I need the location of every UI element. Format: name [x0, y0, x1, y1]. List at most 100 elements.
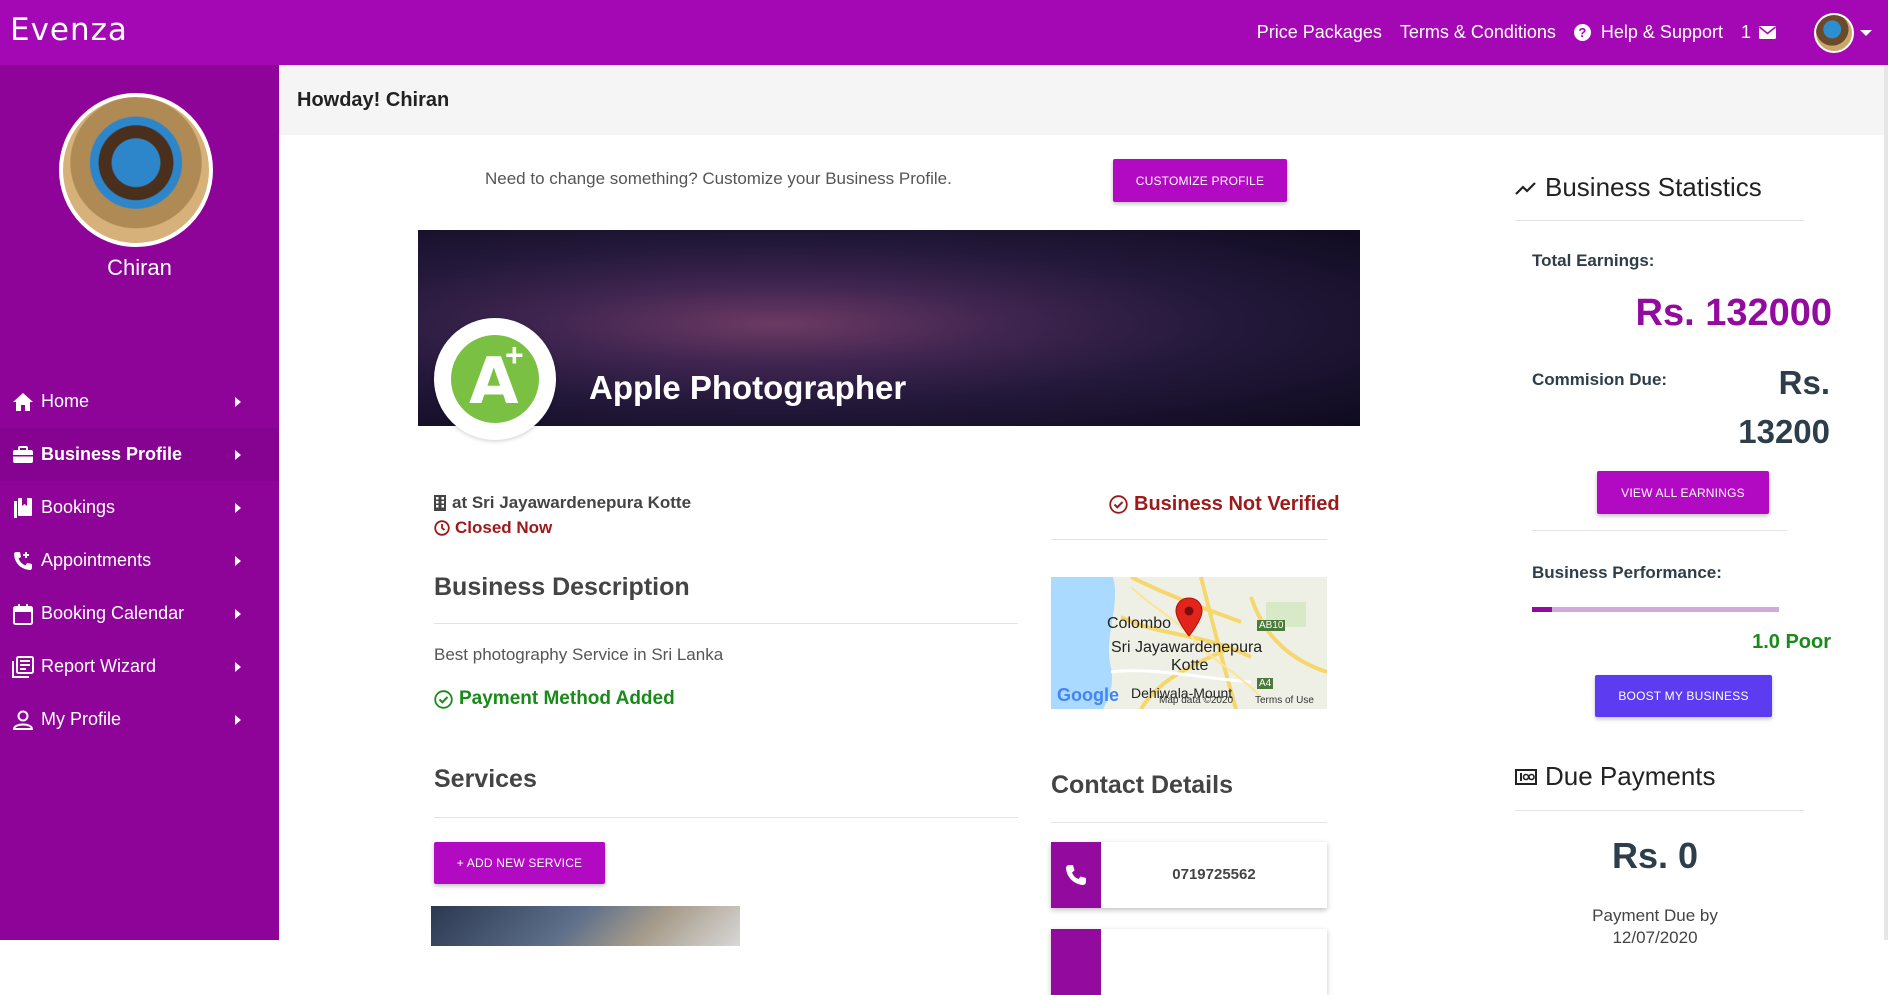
customize-profile-button[interactable]: CUSTOMIZE PROFILE: [1113, 159, 1287, 202]
sidebar-menu: Home Business Profile Bookings Appointme…: [0, 375, 279, 746]
sidebar-item-label: Report Wizard: [41, 656, 157, 676]
chevron-right-icon: [235, 608, 241, 619]
services-heading: Services: [434, 765, 537, 793]
sidebar: Chiran Home Business Profile Bookings Ap…: [0, 65, 279, 940]
divider: [1515, 220, 1804, 221]
chevron-right-icon: [235, 661, 241, 672]
trending-up-icon: [1515, 181, 1536, 195]
business-logo[interactable]: A +: [434, 318, 556, 440]
chevron-right-icon: [235, 449, 241, 460]
top-nav-links: Price Packages Terms & Conditions ? Help…: [1239, 0, 1872, 65]
mail-count-badge: 1: [1740, 22, 1751, 42]
sidebar-item-appointments[interactable]: Appointments: [0, 534, 279, 587]
sidebar-item-booking-calendar[interactable]: Booking Calendar: [0, 587, 279, 640]
greeting-bar: Howday! Chiran: [279, 65, 1888, 135]
commission-due-label: Commision Due:: [1532, 370, 1668, 389]
customize-prompt: Need to change something? Customize your…: [485, 169, 952, 188]
book-icon: [12, 497, 34, 519]
sidebar-item-report-wizard[interactable]: Report Wizard: [0, 640, 279, 693]
sidebar-item-home[interactable]: Home: [0, 375, 279, 428]
payment-due-date: 12/07/2020: [1612, 928, 1698, 947]
contact-phone-card[interactable]: 0719725562: [1051, 842, 1327, 908]
page-scrollbar[interactable]: [1884, 65, 1888, 940]
open-status: Closed Now: [434, 518, 552, 538]
business-description: Best photography Service in Sri Lanka: [434, 645, 724, 664]
sidebar-item-label: Bookings: [41, 497, 116, 517]
clock-icon: [434, 520, 450, 536]
help-support-link[interactable]: ? Help & Support: [1573, 22, 1723, 43]
contact-icon: [1051, 929, 1101, 995]
road-tag-ab10: AB10: [1257, 620, 1286, 631]
divider: [1515, 810, 1804, 811]
total-earnings-value: Rs. 132000: [1635, 292, 1833, 334]
add-service-button[interactable]: + ADD NEW SERVICE: [434, 842, 605, 884]
terms-link[interactable]: Terms & Conditions: [1400, 22, 1556, 43]
price-packages-link[interactable]: Price Packages: [1257, 22, 1382, 43]
view-all-earnings-button[interactable]: VIEW ALL EARNINGS: [1597, 471, 1769, 514]
profile-avatar[interactable]: [59, 93, 213, 247]
contact-card-next[interactable]: [1051, 929, 1327, 995]
briefcase-icon: [12, 444, 34, 466]
divider: [434, 623, 1018, 624]
sidebar-item-my-profile[interactable]: My Profile: [0, 693, 279, 746]
main-content: Howday! Chiran Need to change something?…: [279, 65, 1888, 995]
phone-icon: [12, 550, 34, 572]
business-statistics-title: Business Statistics: [1515, 172, 1762, 203]
divider: [1051, 539, 1327, 540]
sidebar-item-label: Business Profile: [41, 444, 183, 464]
top-navbar: Evenza Price Packages Terms & Conditions…: [0, 0, 1888, 65]
sidebar-item-bookings[interactable]: Bookings: [0, 481, 279, 534]
chevron-down-icon[interactable]: [1860, 29, 1872, 36]
user-avatar[interactable]: [1814, 12, 1854, 53]
messages-button[interactable]: 1: [1741, 22, 1776, 43]
report-icon: [12, 655, 34, 678]
payment-status-text: Payment Method Added: [459, 688, 675, 709]
payment-due-by: Payment Due by 12/07/2020: [1515, 905, 1795, 949]
greeting-text: Howday! Chiran: [297, 89, 450, 111]
description-heading: Business Description: [434, 573, 690, 601]
calendar-icon: [12, 603, 34, 625]
apple-plus-logo: A +: [451, 335, 539, 423]
money-icon: [1515, 768, 1537, 785]
chevron-right-icon: [235, 555, 241, 566]
performance-value: 1.0 Poor: [1752, 631, 1831, 653]
divider: [1532, 530, 1787, 531]
chevron-right-icon: [235, 502, 241, 513]
location-map[interactable]: Colombo Sri Jayawardenepura Kotte Dehiwa…: [1051, 577, 1327, 709]
map-data-notice: Map data ©2020: [1159, 695, 1234, 706]
business-name: Apple Photographer: [589, 369, 907, 406]
divider: [434, 817, 1018, 818]
phone-number: 0719725562: [1172, 866, 1256, 883]
due-payments-title: Due Payments: [1515, 761, 1716, 792]
due-payments-title-text: Due Payments: [1545, 761, 1716, 791]
building-icon: [434, 495, 446, 511]
map-label-area-1: Sri Jayawardenepura: [1111, 639, 1263, 656]
google-logo: Google: [1057, 685, 1119, 705]
commission-due-value: Rs. 13200: [1738, 364, 1830, 450]
map-label-area-2: Kotte: [1171, 657, 1209, 674]
home-icon: [12, 391, 34, 413]
check-circle-icon: [434, 689, 453, 709]
business-location: at Sri Jayawardenepura Kotte: [434, 493, 691, 513]
total-earnings-label: Total Earnings:: [1532, 251, 1655, 270]
service-thumbnail[interactable]: [431, 906, 740, 946]
map-label-colombo: Colombo: [1107, 615, 1172, 632]
boost-business-button[interactable]: BOOST MY BUSINESS: [1595, 675, 1772, 717]
performance-bar: [1532, 607, 1779, 612]
road-tag-a4: A4: [1257, 678, 1274, 689]
verification-text: Business Not Verified: [1134, 493, 1340, 515]
contact-heading: Contact Details: [1051, 771, 1233, 799]
sidebar-item-label: Appointments: [41, 550, 152, 570]
chevron-right-icon: [235, 396, 241, 407]
check-circle-icon: [1109, 495, 1128, 514]
sidebar-item-business-profile[interactable]: Business Profile: [0, 428, 279, 481]
chevron-right-icon: [235, 714, 241, 725]
sidebar-user-name: Chiran: [107, 255, 172, 280]
open-status-text: Closed Now: [455, 518, 553, 537]
divider: [1051, 822, 1327, 823]
brand-logo[interactable]: Evenza: [10, 12, 128, 48]
payment-due-by-label: Payment Due by: [1592, 906, 1718, 925]
phone-icon: [1051, 842, 1101, 908]
map-pin-icon[interactable]: [1175, 597, 1203, 637]
map-terms-link[interactable]: Terms of Use: [1255, 695, 1314, 706]
